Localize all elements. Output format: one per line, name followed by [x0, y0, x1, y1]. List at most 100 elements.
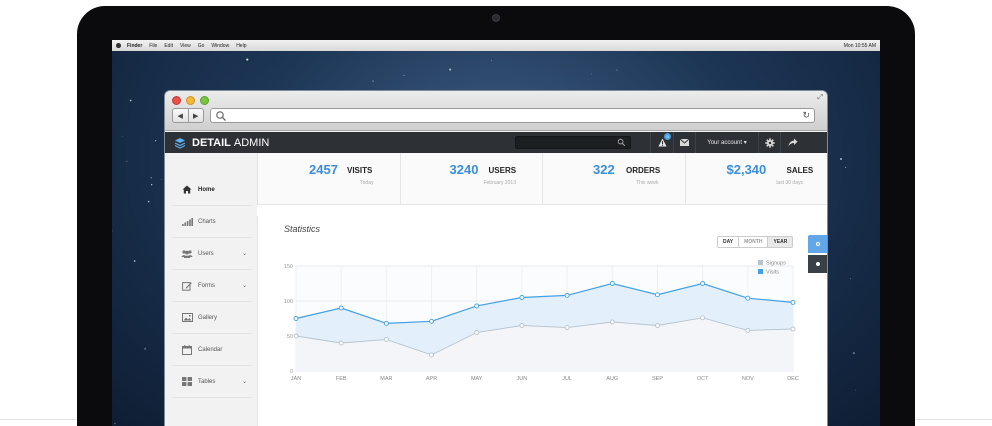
- sidebar-item-forms[interactable]: Forms ⌄: [172, 270, 252, 302]
- sidebar-item-label: Charts: [198, 218, 216, 225]
- x-tick-label: OCT: [697, 376, 709, 382]
- signups-point[interactable]: [383, 337, 389, 342]
- sidebar-item-calendar[interactable]: Calendar: [172, 334, 252, 366]
- signups-point[interactable]: [429, 352, 434, 358]
- star: [855, 389, 856, 391]
- sidebar-item-charts[interactable]: Charts: [172, 206, 252, 238]
- sidebar-item-users[interactable]: Users ⌄: [172, 238, 252, 270]
- nav-search-input[interactable]: [515, 136, 631, 149]
- address-bar[interactable]: ↻: [210, 108, 815, 123]
- alerts-button[interactable]: 3: [650, 132, 673, 153]
- browser-window: ⤢ ◀ ▶ ↻ DETAIL ADMIN 3 Your account ▾ Ho…: [165, 91, 827, 426]
- mac-menu-item[interactable]: View: [180, 43, 191, 49]
- home-icon: [181, 185, 193, 195]
- visits-point[interactable]: [564, 292, 570, 298]
- visits-point[interactable]: [474, 303, 480, 309]
- star: [403, 74, 405, 77]
- signups-point[interactable]: [293, 333, 299, 339]
- signups-point[interactable]: [338, 340, 344, 346]
- visits-point[interactable]: [383, 320, 389, 326]
- y-tick-label: 0: [290, 369, 293, 375]
- x-tick-label: DEC: [787, 376, 799, 382]
- admin-app: DETAIL ADMIN 3 Your account ▾ Home Chart…: [165, 132, 827, 426]
- signups-point[interactable]: [609, 319, 615, 325]
- star: [840, 158, 842, 160]
- mac-menu-item[interactable]: Go: [198, 43, 205, 49]
- range-day-button[interactable]: DAY: [718, 237, 740, 247]
- laptop-frame: Finder File Edit View Go Window Help Mon 10:55…: [77, 6, 915, 426]
- mac-menu-item[interactable]: Window: [211, 43, 229, 49]
- legend-label: Visits: [766, 270, 779, 276]
- visits-point[interactable]: [293, 316, 299, 321]
- y-tick-label: 150: [284, 264, 293, 270]
- visits-point[interactable]: [429, 318, 434, 324]
- star: [490, 59, 492, 61]
- x-tick-label: JUL: [562, 376, 572, 382]
- range-year-button[interactable]: YEAR: [768, 237, 793, 247]
- range-month-button[interactable]: MONTH: [739, 237, 769, 247]
- stage: Finder File Edit View Go Window Help Mon 10:55…: [0, 0, 992, 426]
- chevron-down-icon: ⌄: [241, 379, 247, 385]
- star: [151, 184, 153, 186]
- x-tick-label: NOV: [742, 376, 754, 382]
- logout-button[interactable]: [780, 132, 804, 153]
- main-content: 2457 VISITS Today 3240 USERS February 2013 322…: [258, 153, 827, 426]
- star: [114, 422, 116, 425]
- sidebar-item-label: Users: [198, 250, 214, 257]
- mac-menu-item[interactable]: Edit: [164, 43, 173, 49]
- star: [246, 58, 249, 61]
- back-button[interactable]: ◀: [173, 109, 189, 122]
- star: [126, 160, 128, 163]
- brand-name-light: ADMIN: [233, 136, 270, 149]
- signups-point[interactable]: [519, 323, 525, 328]
- mac-menu-item[interactable]: File: [149, 43, 157, 49]
- fullscreen-icon[interactable]: ⤢: [817, 94, 823, 102]
- signups-point[interactable]: [474, 330, 480, 335]
- close-window-button[interactable]: [172, 96, 181, 105]
- visits-point[interactable]: [655, 292, 660, 298]
- star: [144, 347, 147, 350]
- messages-button[interactable]: [673, 132, 695, 153]
- sidebar-item-gallery[interactable]: Gallery: [172, 302, 252, 334]
- star: [121, 135, 123, 137]
- active-item-notch: [257, 205, 262, 217]
- brand[interactable]: DETAIL ADMIN: [165, 137, 269, 149]
- sidebar-item-label: Calendar: [198, 346, 223, 353]
- visits-point[interactable]: [519, 295, 525, 300]
- signups-point[interactable]: [655, 323, 660, 328]
- mac-menu-item[interactable]: Help: [236, 43, 246, 49]
- chevron-down-icon: ⌄: [241, 283, 247, 289]
- minimize-window-button[interactable]: [186, 96, 195, 105]
- visits-point[interactable]: [790, 299, 796, 305]
- settings-button[interactable]: [758, 132, 780, 153]
- calendar-icon: [181, 344, 193, 355]
- star: [845, 166, 847, 168]
- sidebar-item-tables[interactable]: Tables ⌄: [172, 366, 252, 398]
- visits-point[interactable]: [700, 281, 706, 286]
- star: [150, 177, 152, 179]
- star: [590, 73, 592, 75]
- visits-point[interactable]: [609, 281, 615, 286]
- browser-titlebar: ⤢ ◀ ▶ ↻: [165, 91, 827, 131]
- account-dropdown[interactable]: Your account ▾: [695, 132, 758, 153]
- search-icon: [617, 138, 626, 147]
- signups-point[interactable]: [564, 325, 570, 331]
- forward-button[interactable]: ▶: [189, 109, 204, 122]
- signups-point[interactable]: [700, 315, 706, 321]
- visits-point[interactable]: [338, 305, 344, 311]
- sidebar-item-home[interactable]: Home: [172, 174, 252, 206]
- visits-point[interactable]: [745, 295, 751, 301]
- y-tick-label: 50: [287, 334, 293, 340]
- signups-point[interactable]: [745, 327, 751, 333]
- zoom-window-button[interactable]: [200, 96, 209, 105]
- float-tab-dark[interactable]: [808, 255, 827, 273]
- star: [852, 352, 855, 355]
- image-icon: [181, 313, 193, 323]
- refresh-icon[interactable]: ↻: [802, 110, 810, 121]
- signups-point[interactable]: [790, 326, 796, 332]
- grid-icon: [181, 377, 193, 387]
- share-arrow-icon: [788, 138, 797, 147]
- apple-icon[interactable]: [116, 43, 121, 48]
- float-tab-light[interactable]: [808, 235, 827, 253]
- mac-menu-item[interactable]: Finder: [127, 43, 142, 49]
